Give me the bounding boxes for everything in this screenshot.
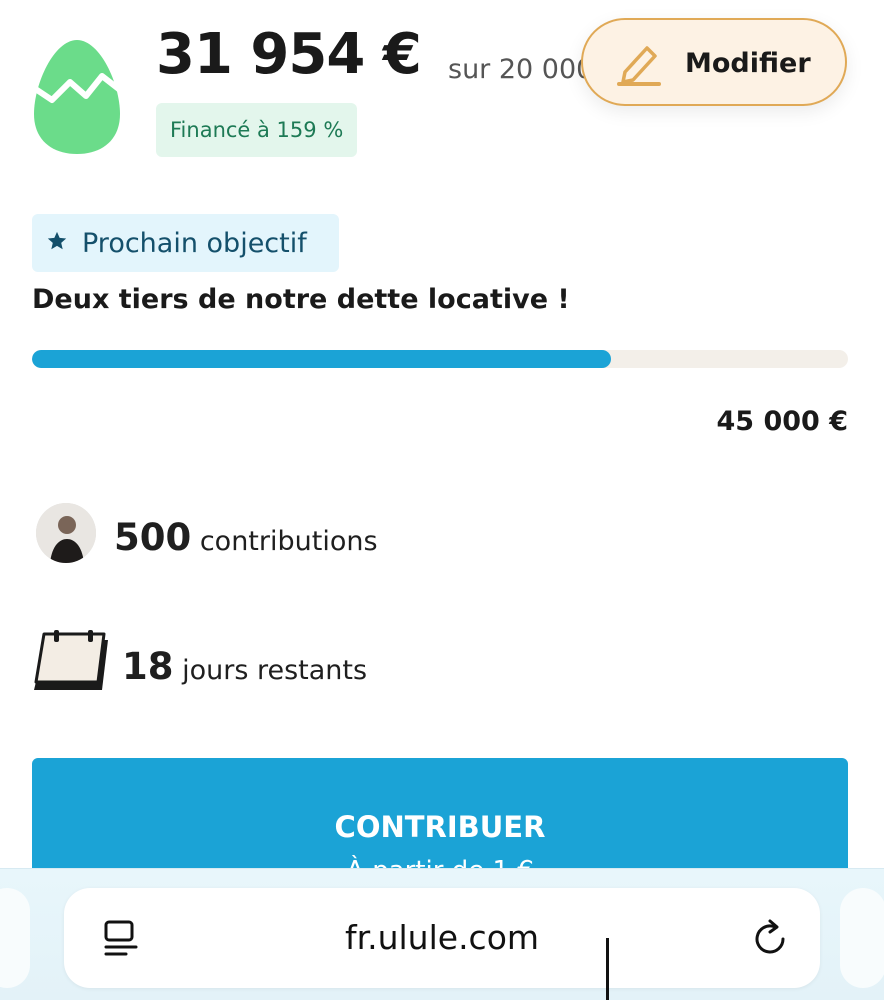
avatar [36,503,96,563]
objective-description: Deux tiers de notre dette locative ! [32,284,570,315]
contributions-label: contributions [199,526,378,557]
contribute-button-label: CONTRIBUER [334,810,546,844]
reload-icon[interactable] [750,918,790,958]
next-tab[interactable] [840,888,884,988]
next-objective-label: Prochain objectif [82,228,307,259]
objective-target-amount: 45 000 € [716,406,848,437]
next-objective-badge: Prochain objectif [32,214,339,272]
days-count: 18 [122,645,174,688]
contributions-stat: 500 contributions [114,516,378,559]
progress-fill [32,350,612,368]
funded-badge: Financé à 159 % [156,103,358,157]
days-remaining-stat: 18 jours restants [122,645,367,688]
funding-goal: sur 20 000 € [448,54,588,85]
edit-button[interactable]: Modifier [581,18,847,106]
url-text: fr.ulule.com [344,918,540,957]
calendar-icon [34,630,108,690]
contributions-count: 500 [114,516,192,559]
previous-tab[interactable] [0,888,30,988]
objective-progress-bar [32,350,848,368]
amount-raised: 31 954 € [156,22,422,87]
address-bar[interactable]: fr.ulule.com [64,888,820,988]
edit-button-label: Modifier [685,48,811,79]
text-caret [606,938,609,1000]
egg-icon [32,40,122,154]
pencil-icon [617,46,661,86]
days-label: jours restants [182,655,368,686]
star-icon [47,231,67,250]
